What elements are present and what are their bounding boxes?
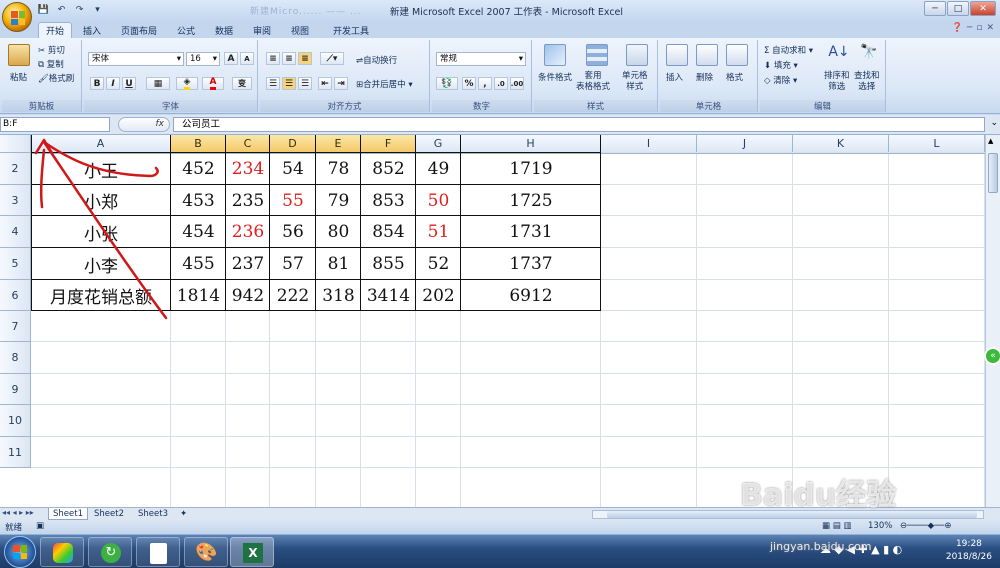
red-annotation-overlay bbox=[34, 138, 168, 320]
annotation-stroke-top bbox=[42, 140, 159, 178]
annotation-stroke-diagonal bbox=[42, 140, 168, 320]
annotation-stroke-left bbox=[39, 148, 46, 209]
office-logo-icon bbox=[11, 11, 25, 25]
office-button[interactable] bbox=[2, 2, 32, 32]
